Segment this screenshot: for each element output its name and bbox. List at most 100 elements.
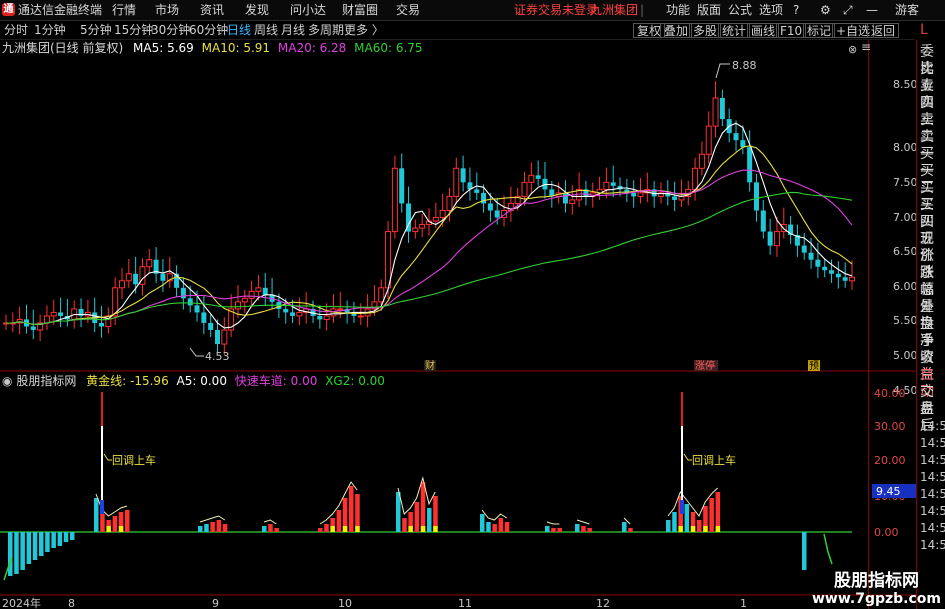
candle-body <box>118 280 125 289</box>
menu-ask[interactable]: 问小达 <box>290 2 326 18</box>
period-weekly[interactable]: 周线 <box>254 23 278 37</box>
indicator-bar-negative <box>32 532 38 560</box>
menu-trade[interactable]: 交易 <box>396 2 420 18</box>
indicator-icon[interactable]: ◉ <box>2 374 12 388</box>
login-warning[interactable]: 证券交易未登录 <box>514 2 598 18</box>
date-axis: 2024年 8 9 10 11 12 1 <box>2 596 747 609</box>
chart-menu-icon[interactable]: ≡ <box>861 40 871 54</box>
indicator-bar <box>622 522 627 532</box>
minimize-icon[interactable]: — <box>866 2 878 18</box>
indicator-bar <box>802 532 807 570</box>
candle-body <box>30 326 36 330</box>
period-daily[interactable]: 日线 <box>227 23 251 37</box>
indicator-bar <box>94 498 99 532</box>
indicator-bar <box>336 510 342 532</box>
back-button[interactable]: 返回 <box>867 23 900 38</box>
candle-body <box>815 259 821 267</box>
mark-button[interactable]: 标记 <box>803 23 836 38</box>
overlay-button[interactable]: 叠加 <box>660 23 693 38</box>
kline-chart[interactable]: 8.50 8.00 7.50 7.00 6.50 6.00 5.50 5.00 … <box>0 40 916 609</box>
period-15min[interactable]: 15分钟 <box>114 23 153 37</box>
candle-body <box>194 305 200 313</box>
candle-body <box>234 301 241 310</box>
candle-body <box>842 277 848 281</box>
menu-layout[interactable]: 版面 <box>697 2 721 18</box>
candle-body <box>221 329 228 345</box>
candle-body <box>43 315 50 324</box>
period-multi[interactable]: 多周期 <box>308 23 344 37</box>
fullscreen-icon[interactable]: ⤢ <box>843 2 853 18</box>
candle-body <box>283 308 289 313</box>
menu-quotes[interactable]: 行情 <box>112 2 136 18</box>
menu-options[interactable]: 选项 <box>759 2 783 18</box>
menu-function[interactable]: 功能 <box>666 2 690 18</box>
event-marker-finance[interactable]: 财 <box>425 359 435 372</box>
indicator-bar-yellow <box>715 526 721 532</box>
menu-discover[interactable]: 发现 <box>245 2 269 18</box>
indicator-xg2: XG2: 0.00 <box>325 374 385 388</box>
stats-button[interactable]: 统计 <box>718 23 751 38</box>
event-marker-limitup[interactable]: 涨停 <box>695 359 715 372</box>
menu-market[interactable]: 市场 <box>155 2 179 18</box>
high-label: 8.88 <box>732 59 757 72</box>
candle-body <box>637 192 644 197</box>
indicator-a5: A5: 0.00 <box>176 374 227 388</box>
buy-signal-blue <box>680 500 684 514</box>
indicator-name[interactable]: 股朋指标网 <box>16 374 76 388</box>
indicator-bar <box>216 520 222 532</box>
candle-body <box>474 189 480 193</box>
period-30min[interactable]: 30分钟 <box>151 23 190 37</box>
date-label: 12 <box>596 597 610 609</box>
candle-body <box>262 287 268 295</box>
indicator-bar-yellow <box>420 526 426 532</box>
chart-collapse-icon[interactable]: ⊗ <box>848 43 857 56</box>
candle-body <box>133 273 139 285</box>
indicator-bar <box>697 520 702 532</box>
candle-body <box>760 210 766 232</box>
menu-news[interactable]: 资讯 <box>200 2 224 18</box>
indicator-bar <box>587 528 592 532</box>
guest-label[interactable]: 游客 <box>895 2 919 18</box>
indicator-bar-negative <box>39 532 44 556</box>
indicator-bar <box>427 508 432 532</box>
candle-body <box>180 287 186 299</box>
candle-body <box>337 308 344 311</box>
candle-body <box>208 322 214 330</box>
indicator-axis: 40.00 30.00 20.00 10.00 0.00 9.45 <box>872 387 916 539</box>
right-panel-corner[interactable]: L <box>916 21 945 40</box>
candle-body <box>705 125 712 155</box>
ma20-label: MA20: 6.28 <box>277 41 347 55</box>
indicator-bar <box>684 504 690 532</box>
period-5min[interactable]: 5分钟 <box>80 23 112 37</box>
indicator-bar <box>349 486 354 532</box>
multi-stock-button[interactable]: 多股 <box>689 23 722 38</box>
menu-wealth[interactable]: 财富圈 <box>342 2 378 18</box>
date-label: 8 <box>68 597 75 609</box>
indicator-gold-line-tail <box>823 533 833 565</box>
help-icon[interactable]: ? <box>793 2 799 18</box>
event-marker-forecast[interactable]: 预 <box>809 360 819 372</box>
f10-button[interactable]: F10 <box>776 23 807 38</box>
candle-body <box>487 203 493 211</box>
indicator-bar-negative <box>57 532 63 546</box>
indicator-bar-yellow <box>703 526 708 532</box>
date-label: 2024年 <box>2 596 41 609</box>
indicator-bar-yellow <box>342 526 348 532</box>
candle-body <box>562 192 568 204</box>
period-1min[interactable]: 1分钟 <box>34 23 66 37</box>
candle-body <box>698 153 705 169</box>
candle-body <box>317 315 323 320</box>
draw-button[interactable]: 画线 <box>747 23 780 38</box>
indicator-bar <box>545 526 550 532</box>
buy-signal-white <box>101 426 103 500</box>
settings-icon[interactable]: ⚙ <box>820 2 831 18</box>
period-more[interactable]: 更多 〉 <box>344 23 384 37</box>
candle-body <box>849 276 855 282</box>
indicator-title-row: ◉ 股朋指标网 黄金线: -15.96 A5: 0.00 快速车道: 0.00 … <box>2 374 385 389</box>
candle-body <box>160 273 166 281</box>
period-intraday[interactable]: 分时 <box>4 23 28 37</box>
period-monthly[interactable]: 月线 <box>281 23 305 37</box>
menu-formula[interactable]: 公式 <box>728 2 752 18</box>
period-60min[interactable]: 60分钟 <box>189 23 228 37</box>
side-panel-item: 14:56 <box>920 521 945 535</box>
